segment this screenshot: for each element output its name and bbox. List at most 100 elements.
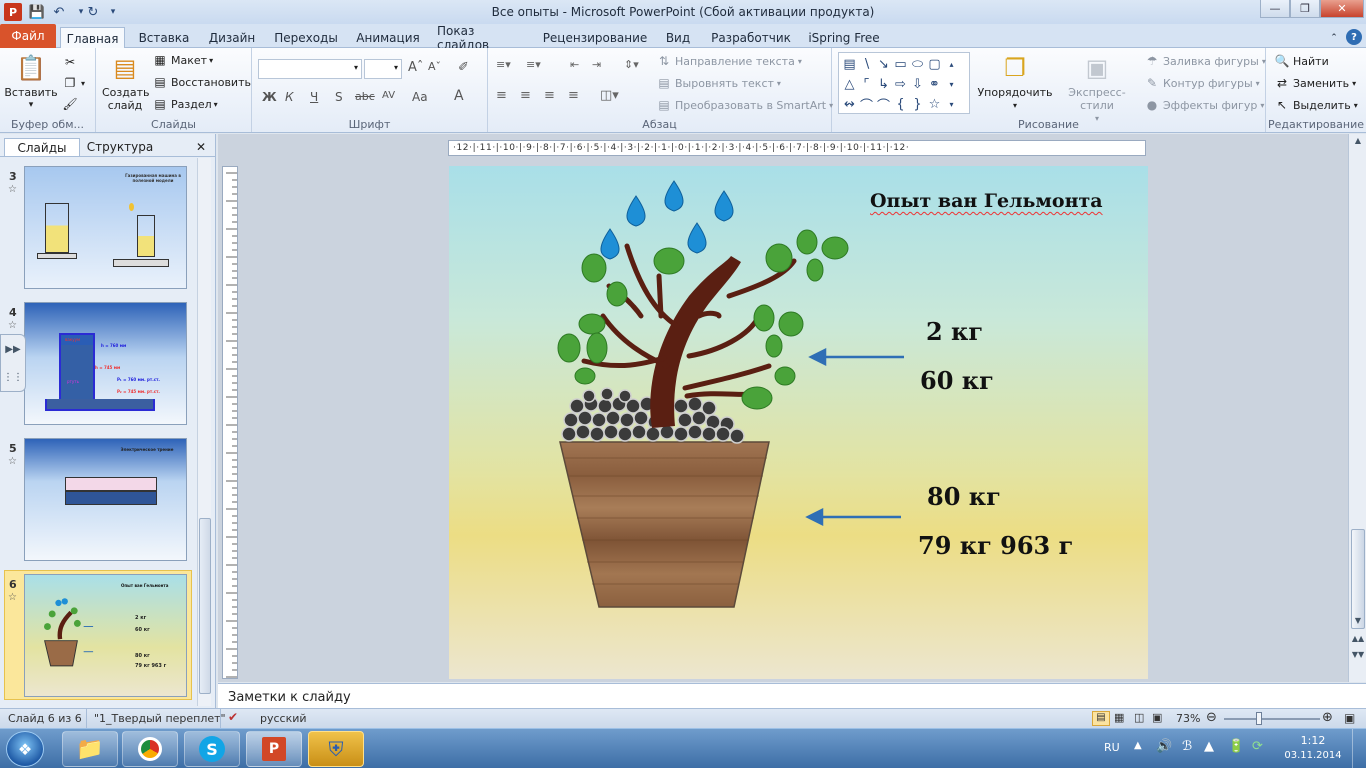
columns-icon[interactable]: ◫▾ [600, 88, 619, 103]
arrange-button[interactable]: ❐ Упорядочить ▾ [976, 52, 1054, 112]
paste-button[interactable]: 📋 Вставить ▾ [4, 52, 58, 112]
copy-button[interactable]: ❐ ▾ [62, 75, 85, 91]
notes-pane[interactable]: Заметки к слайду [218, 683, 1366, 708]
decrease-indent-icon[interactable]: ⇤ [570, 58, 579, 71]
shapes-gallery[interactable]: ▤ ∖ ↘ ▭ ⬭ ▢ ▴ △ ⌜ ↳ ⇨ ⇩ ⚭ ▾ ↭ ⌒ ⌒ { } ☆ … [838, 52, 970, 114]
rectangle-shape-icon[interactable]: ▭ [892, 54, 909, 74]
select-button[interactable]: ↖ Выделить ▾ [1274, 97, 1358, 113]
font-name-combo[interactable]: ▾ [258, 59, 362, 79]
bullets-icon[interactable]: ≡▾ [496, 58, 511, 71]
shape-fill-button[interactable]: ☂ Заливка фигуры ▾ [1144, 53, 1266, 69]
shape-effects-button[interactable]: ● Эффекты фигур ▾ [1144, 97, 1265, 113]
start-button[interactable]: ❖ [6, 731, 44, 767]
help-icon[interactable]: ? [1346, 29, 1362, 45]
slide-canvas[interactable]: Опыт ван Гельмонта 2 кг 60 кг 80 кг 79 к… [449, 166, 1148, 679]
align-right-icon[interactable]: ≡ [544, 88, 555, 103]
freeform-shape-icon[interactable]: ⚭ [926, 74, 943, 94]
input-language[interactable]: RU [1104, 741, 1120, 754]
panel-scroll-thumb[interactable] [199, 518, 211, 694]
restore-button[interactable]: ❐ [1290, 0, 1320, 18]
gallery-more-icon[interactable]: ▾ [943, 94, 960, 114]
minimize-ribbon-icon[interactable]: ⌃ [1326, 27, 1342, 48]
tab-transitions[interactable]: Переходы [271, 27, 341, 48]
smartart-button[interactable]: ▤ Преобразовать в SmartArt ▾ [656, 97, 833, 113]
numbering-icon[interactable]: ≡▾ [526, 58, 541, 71]
fit-to-window-icon[interactable]: ▣ [1344, 711, 1355, 725]
tab-slides-panel[interactable]: Слайды [4, 138, 80, 156]
shrink-font-icon[interactable]: Aˇ [428, 60, 441, 73]
char-spacing-button[interactable]: AV [382, 90, 395, 101]
tab-developer[interactable]: Разработчик [710, 27, 792, 48]
quick-styles-button[interactable]: ▣ Экспресс-стили ▾ [1054, 52, 1140, 125]
scribble-shape-icon[interactable]: ↭ [841, 94, 858, 114]
slide-thumbnail-5[interactable]: Электрическое трение [24, 438, 187, 561]
oval-shape-icon[interactable]: ⬭ [909, 54, 926, 74]
rounded-rect-shape-icon[interactable]: ▢ [926, 54, 943, 74]
tab-file[interactable]: Файл [0, 24, 56, 48]
bold-button[interactable]: Ж [262, 90, 277, 104]
minimize-button[interactable]: — [1260, 0, 1290, 18]
italic-button[interactable]: К [285, 90, 294, 104]
tab-outline-panel[interactable]: Структура [82, 138, 158, 156]
editor-scrollbar[interactable]: ▲ ▼ ▲▲ ▼▼ [1348, 134, 1366, 682]
slide-thumbnail-3[interactable]: Газированная машина в полезной модели [24, 166, 187, 289]
label-final-plant-mass[interactable]: 60 кг [920, 366, 994, 395]
underline-button[interactable]: Ч [310, 90, 318, 104]
next-slide-icon[interactable]: ▼▼ [1351, 650, 1365, 664]
show-hidden-icons[interactable]: ▲ [1134, 740, 1142, 751]
gallery-up-icon[interactable]: ▴ [943, 54, 960, 74]
align-text-button[interactable]: ▤ Выровнять текст ▾ [656, 75, 781, 91]
line-spacing-icon[interactable]: ⇕▾ [624, 58, 639, 71]
language-indicator[interactable]: русский [260, 712, 307, 725]
triangle-shape-icon[interactable]: △ [841, 74, 858, 94]
zoom-level[interactable]: 73% [1176, 712, 1200, 725]
tab-insert[interactable]: Вставка [131, 27, 197, 48]
brace-right-icon[interactable]: } [909, 94, 926, 114]
network-icon[interactable]: ▲ [1204, 739, 1214, 754]
shape-outline-button[interactable]: ✎ Контур фигуры ▾ [1144, 75, 1260, 91]
scroll-down-icon[interactable]: ▼ [1351, 616, 1365, 630]
new-slide-button[interactable]: ▤ Создать слайд [102, 52, 150, 113]
scroll-up-icon[interactable]: ▲ [1351, 136, 1365, 150]
zoom-in-icon[interactable]: ⊕ [1322, 710, 1333, 725]
taskbar-explorer[interactable]: 📁 [62, 731, 118, 767]
taskbar-skype[interactable]: S [184, 731, 240, 767]
previous-slide-icon[interactable]: ▲▲ [1351, 634, 1365, 648]
bluetooth-icon[interactable]: ℬ [1182, 739, 1192, 754]
spellcheck-icon[interactable]: ✔ [228, 710, 238, 724]
slide-sorter-icon[interactable]: ▦ [1114, 711, 1124, 724]
layout-button[interactable]: ▦ Макет ▾ [152, 52, 213, 68]
show-desktop-button[interactable] [1352, 729, 1366, 768]
tab-slideshow[interactable]: Показ слайдов [437, 24, 529, 52]
clock-date[interactable]: 03.11.2014 [1280, 750, 1346, 761]
align-left-icon[interactable]: ≡ [496, 88, 507, 103]
slideshow-icon[interactable]: ▣ [1152, 711, 1162, 724]
section-button[interactable]: ▤ Раздел ▾ [152, 96, 217, 112]
clear-format-icon[interactable]: ✐ [458, 60, 469, 75]
star-shape-icon[interactable]: ☆ [926, 94, 943, 114]
zoom-slider-thumb[interactable] [1256, 712, 1263, 725]
tab-view[interactable]: Вид [660, 27, 696, 48]
font-color-button[interactable]: A [454, 88, 464, 104]
arrow-line-shape-icon[interactable]: ↘ [875, 54, 892, 74]
close-button[interactable]: ✕ [1320, 0, 1364, 18]
label-final-soil-mass[interactable]: 79 кг 963 г [918, 531, 1073, 560]
clock-time[interactable]: 1:12 [1290, 734, 1336, 747]
volume-icon[interactable]: 🔊 [1156, 739, 1172, 754]
label-initial-plant-mass[interactable]: 2 кг [926, 317, 983, 346]
taskbar-security[interactable]: ⛨ [308, 731, 364, 767]
normal-view-icon[interactable]: ▤ [1092, 711, 1110, 726]
curve-shape-icon[interactable]: ⌒ [858, 94, 875, 114]
taskbar-chrome[interactable] [122, 731, 178, 767]
notes-placeholder[interactable]: Заметки к слайду [228, 690, 351, 705]
tab-design[interactable]: Дизайн [203, 27, 261, 48]
tab-animation[interactable]: Анимация [352, 27, 424, 48]
textbox-shape-icon[interactable]: ▤ [841, 54, 858, 74]
reset-button[interactable]: ▤ Восстановить [152, 74, 251, 90]
arc-shape-icon[interactable]: ⌒ [875, 94, 892, 114]
grow-font-icon[interactable]: Aˆ [408, 60, 423, 75]
panel-collapse-handle[interactable]: ▶▶ ⋮⋮ [0, 334, 26, 392]
power-icon[interactable]: 🔋 [1228, 739, 1244, 754]
sync-icon[interactable]: ⟳ [1252, 739, 1263, 754]
line-shape-icon[interactable]: ∖ [858, 54, 875, 74]
